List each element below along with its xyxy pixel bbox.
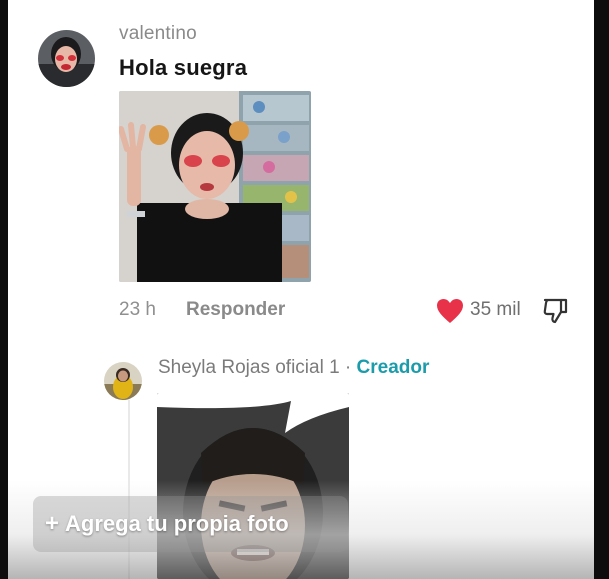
like-count: 35 mil bbox=[470, 299, 521, 320]
comment-thread: valentino Hola suegra 23 h Responder 35 … bbox=[8, 0, 594, 579]
dislike-icon[interactable] bbox=[542, 297, 570, 325]
comment-username[interactable]: valentino bbox=[119, 23, 197, 45]
reply-header: Sheyla Rojas oficial 1 · Creador bbox=[158, 357, 429, 379]
comment-text: Hola suegra bbox=[119, 55, 248, 80]
reply-username[interactable]: Sheyla Rojas oficial 1 bbox=[158, 357, 340, 378]
creator-badge: Creador bbox=[356, 357, 430, 378]
add-photo-label: Agrega tu propia foto bbox=[65, 511, 289, 536]
screen-edge-right bbox=[594, 0, 609, 579]
comment-photo[interactable] bbox=[119, 91, 311, 282]
screen-edge-left bbox=[0, 0, 8, 579]
comment-timestamp: 23 h bbox=[119, 299, 156, 320]
add-own-photo-button[interactable]: + Agrega tu propia foto bbox=[33, 496, 348, 552]
plus-icon: + bbox=[45, 510, 60, 537]
avatar-sheyla[interactable] bbox=[104, 362, 142, 400]
avatar-valentino[interactable] bbox=[38, 30, 95, 87]
reply-button[interactable]: Responder bbox=[186, 299, 285, 321]
heart-icon[interactable] bbox=[436, 298, 464, 324]
header-separator: · bbox=[339, 357, 357, 378]
